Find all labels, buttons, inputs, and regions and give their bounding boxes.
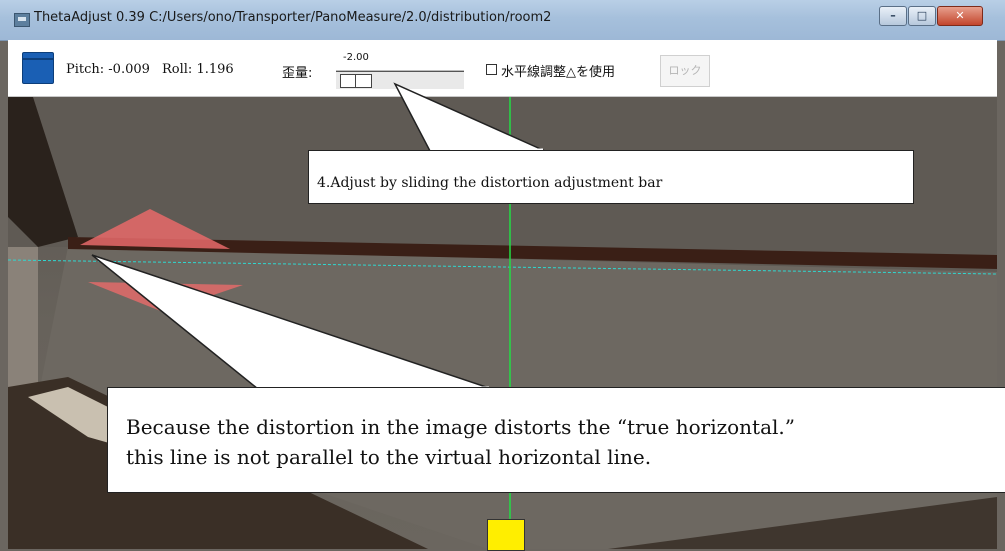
callout-explanation-line2: this line is not parallel to the virtual…: [126, 445, 652, 469]
callout-adjust-slider-text: 4.Adjust by sliding the distortion adjus…: [317, 175, 663, 191]
callout-bottom-pointer: [91, 254, 493, 390]
callout-explanation-line1: Because the distortion in the image dist…: [126, 415, 795, 439]
callout-adjust-slider: 4.Adjust by sliding the distortion adjus…: [308, 150, 914, 204]
callout-distortion-explanation: Because the distortion in the image dist…: [107, 387, 1005, 493]
callout-top-pointer: [393, 82, 546, 152]
yellow-position-marker[interactable]: [487, 519, 525, 551]
